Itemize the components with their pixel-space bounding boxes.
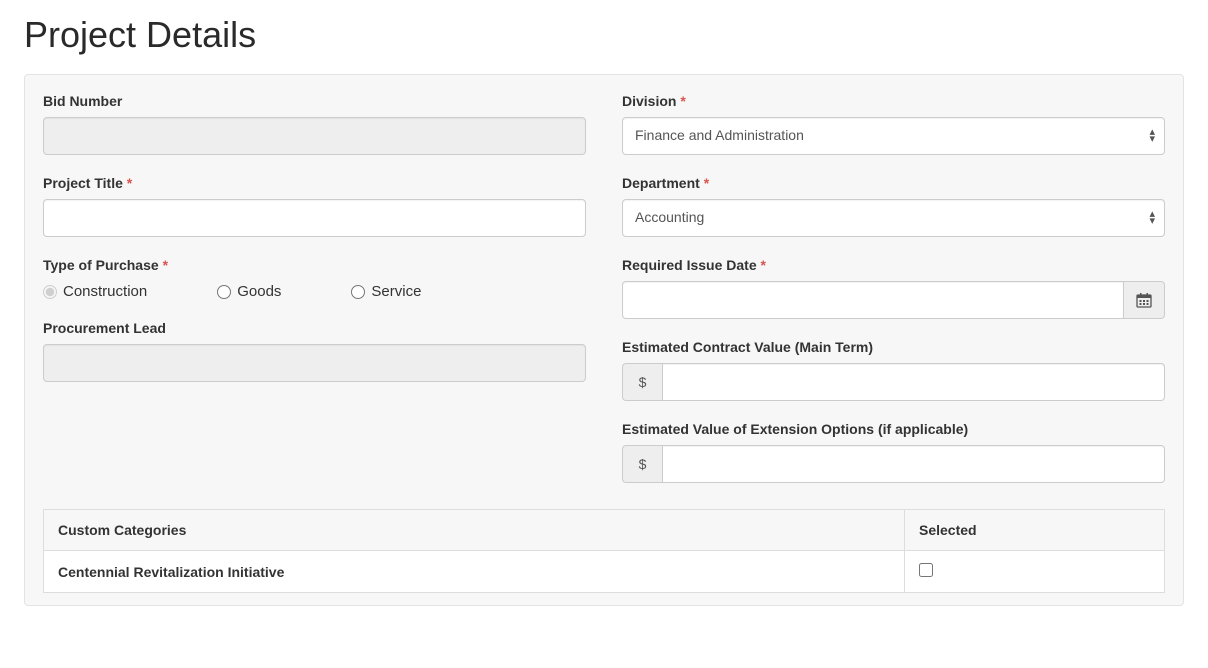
required-asterisk: * — [127, 175, 132, 191]
department-select[interactable]: Accounting — [622, 199, 1165, 237]
est-ext-value-label: Estimated Value of Extension Options (if… — [622, 421, 1165, 437]
department-label-text: Department — [622, 175, 700, 191]
table-header-categories: Custom Categories — [44, 510, 905, 551]
currency-prefix: $ — [622, 363, 662, 401]
project-details-panel: Bid Number Project Title * Type of Purch… — [24, 74, 1184, 606]
table-header-selected: Selected — [905, 510, 1165, 551]
est-contract-value-label: Estimated Contract Value (Main Term) — [622, 339, 1165, 355]
radio-service[interactable]: Service — [351, 283, 421, 300]
department-label: Department * — [622, 175, 1165, 191]
custom-categories-table: Custom Categories Selected Centennial Re… — [43, 509, 1165, 593]
category-name-cell: Centennial Revitalization Initiative — [44, 551, 905, 593]
radio-goods-label: Goods — [237, 283, 281, 300]
required-issue-date-input[interactable] — [622, 281, 1124, 319]
required-asterisk: * — [761, 257, 766, 273]
date-picker-button[interactable] — [1124, 281, 1165, 319]
division-label: Division * — [622, 93, 1165, 109]
project-title-input[interactable] — [43, 199, 586, 237]
bid-number-label: Bid Number — [43, 93, 586, 109]
required-asterisk: * — [704, 175, 709, 191]
type-of-purchase-label: Type of Purchase * — [43, 257, 586, 273]
project-title-label: Project Title * — [43, 175, 586, 191]
radio-construction-label: Construction — [63, 283, 147, 300]
required-issue-date-label: Required Issue Date * — [622, 257, 1165, 273]
procurement-lead-input — [43, 344, 586, 382]
radio-service-input[interactable] — [351, 285, 365, 299]
type-of-purchase-radio-group: Construction Goods Service — [43, 281, 586, 300]
currency-prefix: $ — [622, 445, 662, 483]
division-select[interactable]: Finance and Administration — [622, 117, 1165, 155]
radio-service-label: Service — [371, 283, 421, 300]
page-title: Project Details — [24, 14, 1184, 56]
required-issue-date-label-text: Required Issue Date — [622, 257, 757, 273]
project-title-label-text: Project Title — [43, 175, 123, 191]
radio-construction-input[interactable] — [43, 285, 57, 299]
category-selected-checkbox[interactable] — [919, 563, 933, 577]
radio-construction[interactable]: Construction — [43, 283, 147, 300]
calendar-icon — [1136, 292, 1152, 308]
est-contract-value-input[interactable] — [662, 363, 1165, 401]
division-label-text: Division — [622, 93, 676, 109]
category-selected-cell — [905, 551, 1165, 593]
bid-number-input — [43, 117, 586, 155]
radio-goods-input[interactable] — [217, 285, 231, 299]
type-of-purchase-label-text: Type of Purchase — [43, 257, 159, 273]
procurement-lead-label: Procurement Lead — [43, 320, 586, 336]
required-asterisk: * — [163, 257, 168, 273]
radio-goods[interactable]: Goods — [217, 283, 281, 300]
est-ext-value-input[interactable] — [662, 445, 1165, 483]
table-row: Centennial Revitalization Initiative — [44, 551, 1165, 593]
required-asterisk: * — [680, 93, 685, 109]
